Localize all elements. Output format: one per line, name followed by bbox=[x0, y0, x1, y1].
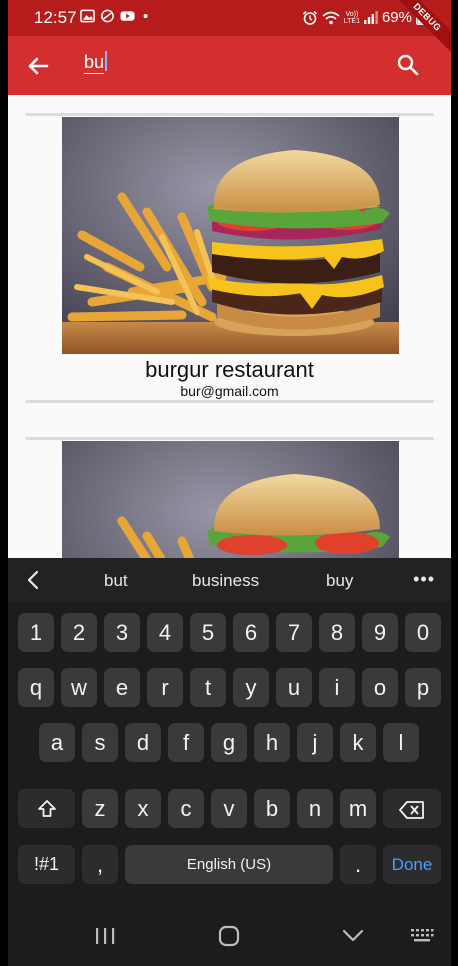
restaurant-card[interactable] bbox=[25, 437, 434, 558]
card-divider bbox=[25, 113, 434, 116]
network-volte-label: Vo)) bbox=[345, 10, 359, 18]
signal-icon bbox=[363, 11, 378, 24]
key-t[interactable]: t bbox=[190, 668, 226, 707]
key-5[interactable]: 5 bbox=[190, 613, 226, 652]
search-icon[interactable] bbox=[395, 52, 421, 78]
shift-key[interactable] bbox=[18, 789, 75, 828]
restaurant-image bbox=[62, 441, 399, 558]
results-list[interactable]: burgur restaurant bur@gmail.com bbox=[8, 95, 451, 558]
navigation-bar bbox=[8, 908, 451, 966]
key-4[interactable]: 4 bbox=[147, 613, 183, 652]
hide-keyboard-icon[interactable] bbox=[342, 929, 364, 943]
suggestion-1[interactable]: but bbox=[104, 571, 128, 591]
key-m[interactable]: m bbox=[340, 789, 376, 828]
key-e[interactable]: e bbox=[104, 668, 140, 707]
key-b[interactable]: b bbox=[254, 789, 290, 828]
search-input[interactable]: bu bbox=[84, 51, 108, 74]
suggestion-bar: but business buy ••• bbox=[8, 558, 451, 602]
key-d[interactable]: d bbox=[125, 723, 161, 762]
key-q[interactable]: q bbox=[18, 668, 54, 707]
phone-screen: 12:57 Vo)) LTE1 69% bu DEBUG burgur rest… bbox=[8, 0, 451, 966]
key-i[interactable]: i bbox=[319, 668, 355, 707]
space-key[interactable]: English (US) bbox=[125, 845, 333, 884]
key-r[interactable]: r bbox=[147, 668, 183, 707]
battery-percent: 69% bbox=[381, 9, 412, 26]
key-8[interactable]: 8 bbox=[319, 613, 355, 652]
status-time: 12:57 bbox=[34, 8, 77, 27]
wifi-icon bbox=[322, 11, 340, 24]
alarm-icon bbox=[302, 10, 317, 25]
key-c[interactable]: c bbox=[168, 789, 204, 828]
card-divider-bottom bbox=[25, 400, 434, 403]
key-u[interactable]: u bbox=[276, 668, 312, 707]
restaurant-email: bur@gmail.com bbox=[180, 383, 279, 399]
youtube-icon bbox=[120, 11, 135, 21]
done-key[interactable]: Done bbox=[383, 845, 441, 884]
comma-key[interactable]: , bbox=[82, 845, 118, 884]
card-divider bbox=[25, 437, 434, 440]
key-h[interactable]: h bbox=[254, 723, 290, 762]
text-cursor bbox=[105, 51, 108, 71]
burger-fries-image bbox=[62, 117, 399, 354]
key-2[interactable]: 2 bbox=[61, 613, 97, 652]
search-input-text: bu bbox=[84, 52, 105, 74]
key-7[interactable]: 7 bbox=[276, 613, 312, 652]
backspace-icon bbox=[399, 801, 424, 819]
app-bar: bu bbox=[8, 36, 451, 95]
status-right-icons: Vo)) LTE1 69% bbox=[302, 9, 425, 26]
status-bar: 12:57 Vo)) LTE1 69% bbox=[8, 0, 451, 36]
key-f[interactable]: f bbox=[168, 723, 204, 762]
network-lte-label: LTE1 bbox=[343, 17, 360, 25]
key-j[interactable]: j bbox=[297, 723, 333, 762]
key-o[interactable]: o bbox=[362, 668, 398, 707]
vpn-shield-icon bbox=[101, 9, 114, 23]
back-arrow-icon[interactable] bbox=[22, 50, 54, 82]
key-9[interactable]: 9 bbox=[362, 613, 398, 652]
period-key[interactable]: . bbox=[340, 845, 376, 884]
key-a[interactable]: a bbox=[39, 723, 75, 762]
gallery-icon bbox=[80, 9, 95, 23]
more-notifications-dot-icon bbox=[143, 13, 148, 19]
burger-fries-image bbox=[62, 441, 399, 558]
key-l[interactable]: l bbox=[383, 723, 419, 762]
restaurant-card[interactable]: burgur restaurant bur@gmail.com bbox=[25, 113, 434, 403]
key-y[interactable]: y bbox=[233, 668, 269, 707]
key-w[interactable]: w bbox=[61, 668, 97, 707]
restaurant-name: burgur restaurant bbox=[145, 357, 314, 382]
suggestion-3[interactable]: buy bbox=[326, 571, 353, 591]
key-1[interactable]: 1 bbox=[18, 613, 54, 652]
network-type: Vo)) LTE1 bbox=[344, 11, 360, 25]
more-options-icon[interactable]: ••• bbox=[413, 569, 435, 590]
key-s[interactable]: s bbox=[82, 723, 118, 762]
suggestion-2[interactable]: business bbox=[192, 571, 259, 591]
key-6[interactable]: 6 bbox=[233, 613, 269, 652]
recent-apps-icon[interactable] bbox=[94, 926, 116, 946]
backspace-key[interactable] bbox=[383, 789, 441, 828]
restaurant-image bbox=[62, 117, 399, 354]
key-x[interactable]: x bbox=[125, 789, 161, 828]
notification-icons bbox=[80, 9, 155, 23]
key-p[interactable]: p bbox=[405, 668, 441, 707]
key-v[interactable]: v bbox=[211, 789, 247, 828]
key-0[interactable]: 0 bbox=[405, 613, 441, 652]
key-z[interactable]: z bbox=[82, 789, 118, 828]
keyboard-switch-icon[interactable] bbox=[410, 928, 434, 944]
key-k[interactable]: k bbox=[340, 723, 376, 762]
key-n[interactable]: n bbox=[297, 789, 333, 828]
symbols-key[interactable]: !#1 bbox=[18, 845, 75, 884]
shift-icon bbox=[37, 800, 56, 817]
key-3[interactable]: 3 bbox=[104, 613, 140, 652]
key-g[interactable]: g bbox=[211, 723, 247, 762]
chevron-left-icon[interactable] bbox=[24, 570, 42, 590]
home-icon[interactable] bbox=[218, 925, 240, 947]
soft-keyboard: but business buy ••• 1 2 3 4 5 6 7 8 9 0… bbox=[8, 558, 451, 966]
